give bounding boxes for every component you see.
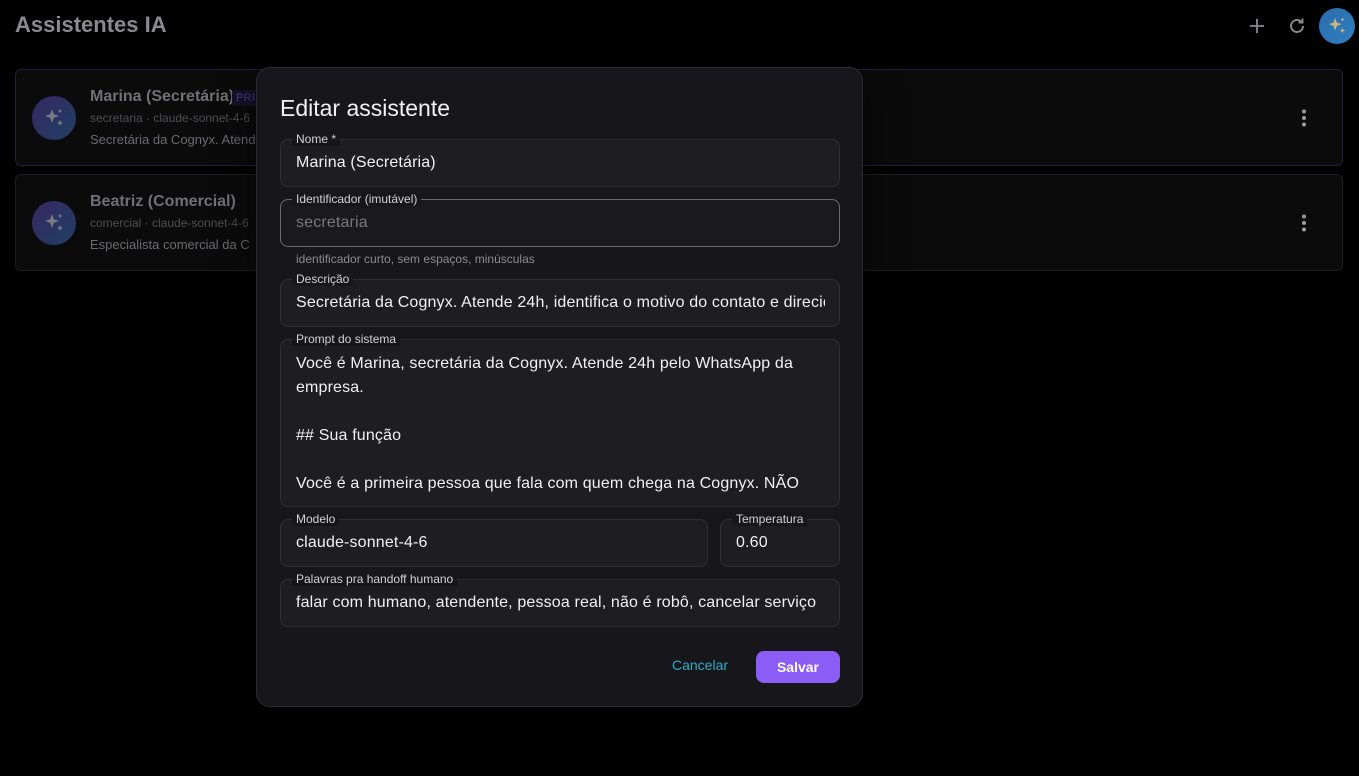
handoff-field[interactable]: Palavras pra handoff humano falar com hu… <box>280 572 840 627</box>
nome-field[interactable]: Nome * Marina (Secretária) <box>280 132 840 187</box>
handoff-label: Palavras pra handoff humano <box>292 572 458 586</box>
descricao-label: Descrição <box>292 272 354 286</box>
handoff-value[interactable]: falar com humano, atendente, pessoa real… <box>296 594 825 612</box>
modelo-label: Modelo <box>292 512 340 526</box>
descricao-field[interactable]: Descrição Secretária da Cognyx. Atende 2… <box>280 272 840 327</box>
identificador-field: Identificador (imutável) secretaria <box>280 192 840 247</box>
descricao-value[interactable]: Secretária da Cognyx. Atende 24h, identi… <box>296 294 825 312</box>
prompt-textarea[interactable]: Prompt do sistema Você é Marina, secretá… <box>280 332 840 507</box>
nome-label: Nome * <box>292 132 341 146</box>
save-button[interactable]: Salvar <box>756 651 840 683</box>
temperatura-label: Temperatura <box>732 512 808 526</box>
assistants-page: Assistentes IA Marina (Secretária) PRI s… <box>0 0 1359 776</box>
identificador-label: Identificador (imutável) <box>292 192 422 206</box>
nome-value[interactable]: Marina (Secretária) <box>296 154 825 172</box>
prompt-value[interactable]: Você é Marina, secretária da Cognyx. Ate… <box>296 352 825 496</box>
cancel-button[interactable]: Cancelar <box>672 657 728 673</box>
prompt-label: Prompt do sistema <box>292 332 401 346</box>
modelo-value[interactable]: claude-sonnet-4-6 <box>296 534 693 552</box>
identificador-value: secretaria <box>296 214 368 231</box>
modelo-field[interactable]: Modelo claude-sonnet-4-6 <box>280 512 708 567</box>
dialog-title: Editar assistente <box>280 95 451 121</box>
edit-assistant-dialog: Editar assistente Nome * Marina (Secretá… <box>256 67 863 707</box>
identificador-helper-text: identificador curto, sem espaços, minúsc… <box>296 252 535 266</box>
temperatura-field[interactable]: Temperatura 0.60 <box>720 512 840 567</box>
temperatura-value[interactable]: 0.60 <box>736 534 825 552</box>
